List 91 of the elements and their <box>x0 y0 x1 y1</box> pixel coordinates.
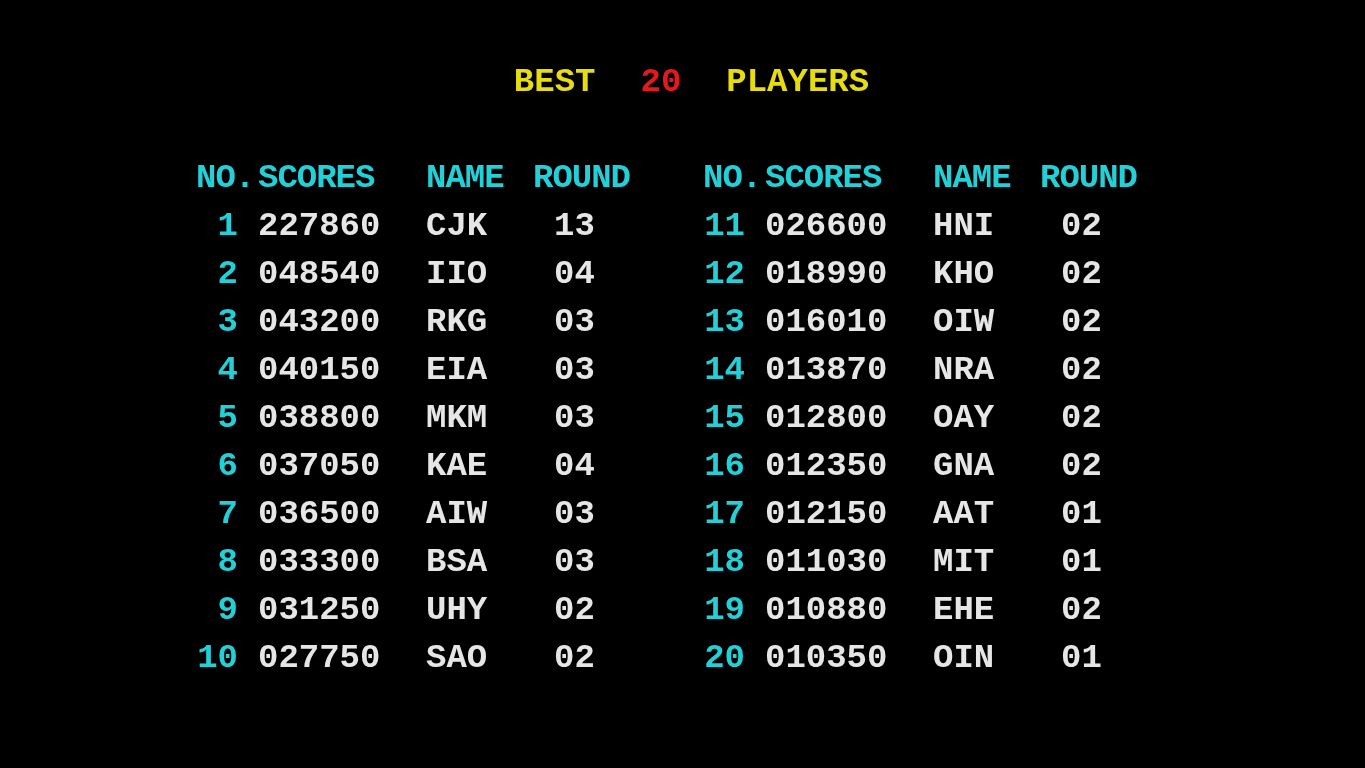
round-cell-text: 03 <box>553 398 596 439</box>
score-cell-text: 048540 <box>258 254 382 295</box>
round-cell-text: 03 <box>553 542 596 583</box>
name-cell-text: EIA <box>426 350 489 391</box>
score-cell-text: 012350 <box>765 446 889 487</box>
rank-cell-text: 5 <box>216 398 239 439</box>
round-cell-text: 02 <box>1060 590 1103 631</box>
column-header: NO. <box>703 158 763 199</box>
rank-cell-text: 12 <box>703 254 746 295</box>
column-header: SCORES <box>765 158 883 199</box>
score-cell-text: 027750 <box>258 638 382 679</box>
title-word: BEST <box>513 62 596 103</box>
round-cell-text: 03 <box>553 494 596 535</box>
name-cell-text: GNA <box>933 446 996 487</box>
rank-cell-text: 2 <box>216 254 239 295</box>
round-cell-text: 02 <box>1060 206 1103 247</box>
score-cell-text: 040150 <box>258 350 382 391</box>
name-cell-text: KHO <box>933 254 996 295</box>
score-cell-text: 026600 <box>765 206 889 247</box>
name-cell-text: BSA <box>426 542 489 583</box>
rank-cell-text: 14 <box>703 350 746 391</box>
rank-cell-text: 19 <box>703 590 746 631</box>
name-cell-text: EHE <box>933 590 996 631</box>
name-cell-text: CJK <box>426 206 489 247</box>
rank-cell-text: 9 <box>216 590 239 631</box>
score-cell-text: 043200 <box>258 302 382 343</box>
column-header: NAME <box>426 158 505 199</box>
name-cell-text: IIO <box>426 254 489 295</box>
rank-cell-text: 7 <box>216 494 239 535</box>
name-cell-text: HNI <box>933 206 996 247</box>
round-cell-text: 03 <box>553 350 596 391</box>
score-cell-text: 018990 <box>765 254 889 295</box>
name-cell-text: AAT <box>933 494 996 535</box>
score-cell-text: 011030 <box>765 542 889 583</box>
name-cell-text: MKM <box>426 398 489 439</box>
column-header: NO. <box>196 158 256 199</box>
score-cell-text: 033300 <box>258 542 382 583</box>
round-cell-text: 01 <box>1060 494 1103 535</box>
round-cell-text: 13 <box>553 206 596 247</box>
name-cell-text: OAY <box>933 398 996 439</box>
rank-cell-text: 8 <box>216 542 239 583</box>
rank-cell-text: 17 <box>703 494 746 535</box>
rank-cell-text: 15 <box>703 398 746 439</box>
name-cell-text: SAO <box>426 638 489 679</box>
name-cell-text: AIW <box>426 494 489 535</box>
rank-cell-text: 6 <box>216 446 239 487</box>
round-cell-text: 02 <box>1060 350 1103 391</box>
round-cell-text: 01 <box>1060 638 1103 679</box>
round-cell-text: 02 <box>1060 446 1103 487</box>
round-cell-text: 03 <box>553 302 596 343</box>
round-cell-text: 02 <box>1060 254 1103 295</box>
rank-cell-text: 1 <box>216 206 239 247</box>
rank-cell-text: 3 <box>216 302 239 343</box>
title-word: PLAYERS <box>726 62 870 103</box>
round-cell-text: 04 <box>553 254 596 295</box>
round-cell-text: 02 <box>553 590 596 631</box>
name-cell-text: MIT <box>933 542 996 583</box>
round-cell-text: 02 <box>1060 302 1103 343</box>
round-cell-text: 04 <box>553 446 596 487</box>
score-cell-text: 010350 <box>765 638 889 679</box>
name-cell-text: KAE <box>426 446 489 487</box>
round-cell-text: 01 <box>1060 542 1103 583</box>
rank-cell-text: 20 <box>703 638 746 679</box>
score-cell-text: 013870 <box>765 350 889 391</box>
score-cell-text: 038800 <box>258 398 382 439</box>
rank-cell-text: 10 <box>196 638 239 679</box>
column-header: ROUND <box>533 158 632 199</box>
column-header: SCORES <box>258 158 376 199</box>
score-cell-text: 016010 <box>765 302 889 343</box>
name-cell-text: NRA <box>933 350 996 391</box>
score-cell-text: 036500 <box>258 494 382 535</box>
name-cell-text: OIN <box>933 638 996 679</box>
round-cell-text: 02 <box>553 638 596 679</box>
rank-cell-text: 4 <box>216 350 239 391</box>
score-cell-text: 012150 <box>765 494 889 535</box>
rank-cell-text: 13 <box>703 302 746 343</box>
round-cell-text: 02 <box>1060 398 1103 439</box>
rank-cell-text: 11 <box>703 206 746 247</box>
column-header: ROUND <box>1040 158 1139 199</box>
name-cell-text: OIW <box>933 302 996 343</box>
title-word: 20 <box>640 62 682 103</box>
score-cell-text: 031250 <box>258 590 382 631</box>
rank-cell-text: 18 <box>703 542 746 583</box>
name-cell-text: UHY <box>426 590 489 631</box>
rank-cell-text: 16 <box>703 446 746 487</box>
score-cell-text: 012800 <box>765 398 889 439</box>
score-cell-text: 010880 <box>765 590 889 631</box>
score-cell-text: 037050 <box>258 446 382 487</box>
column-header: NAME <box>933 158 1012 199</box>
name-cell-text: RKG <box>426 302 489 343</box>
score-cell-text: 227860 <box>258 206 382 247</box>
